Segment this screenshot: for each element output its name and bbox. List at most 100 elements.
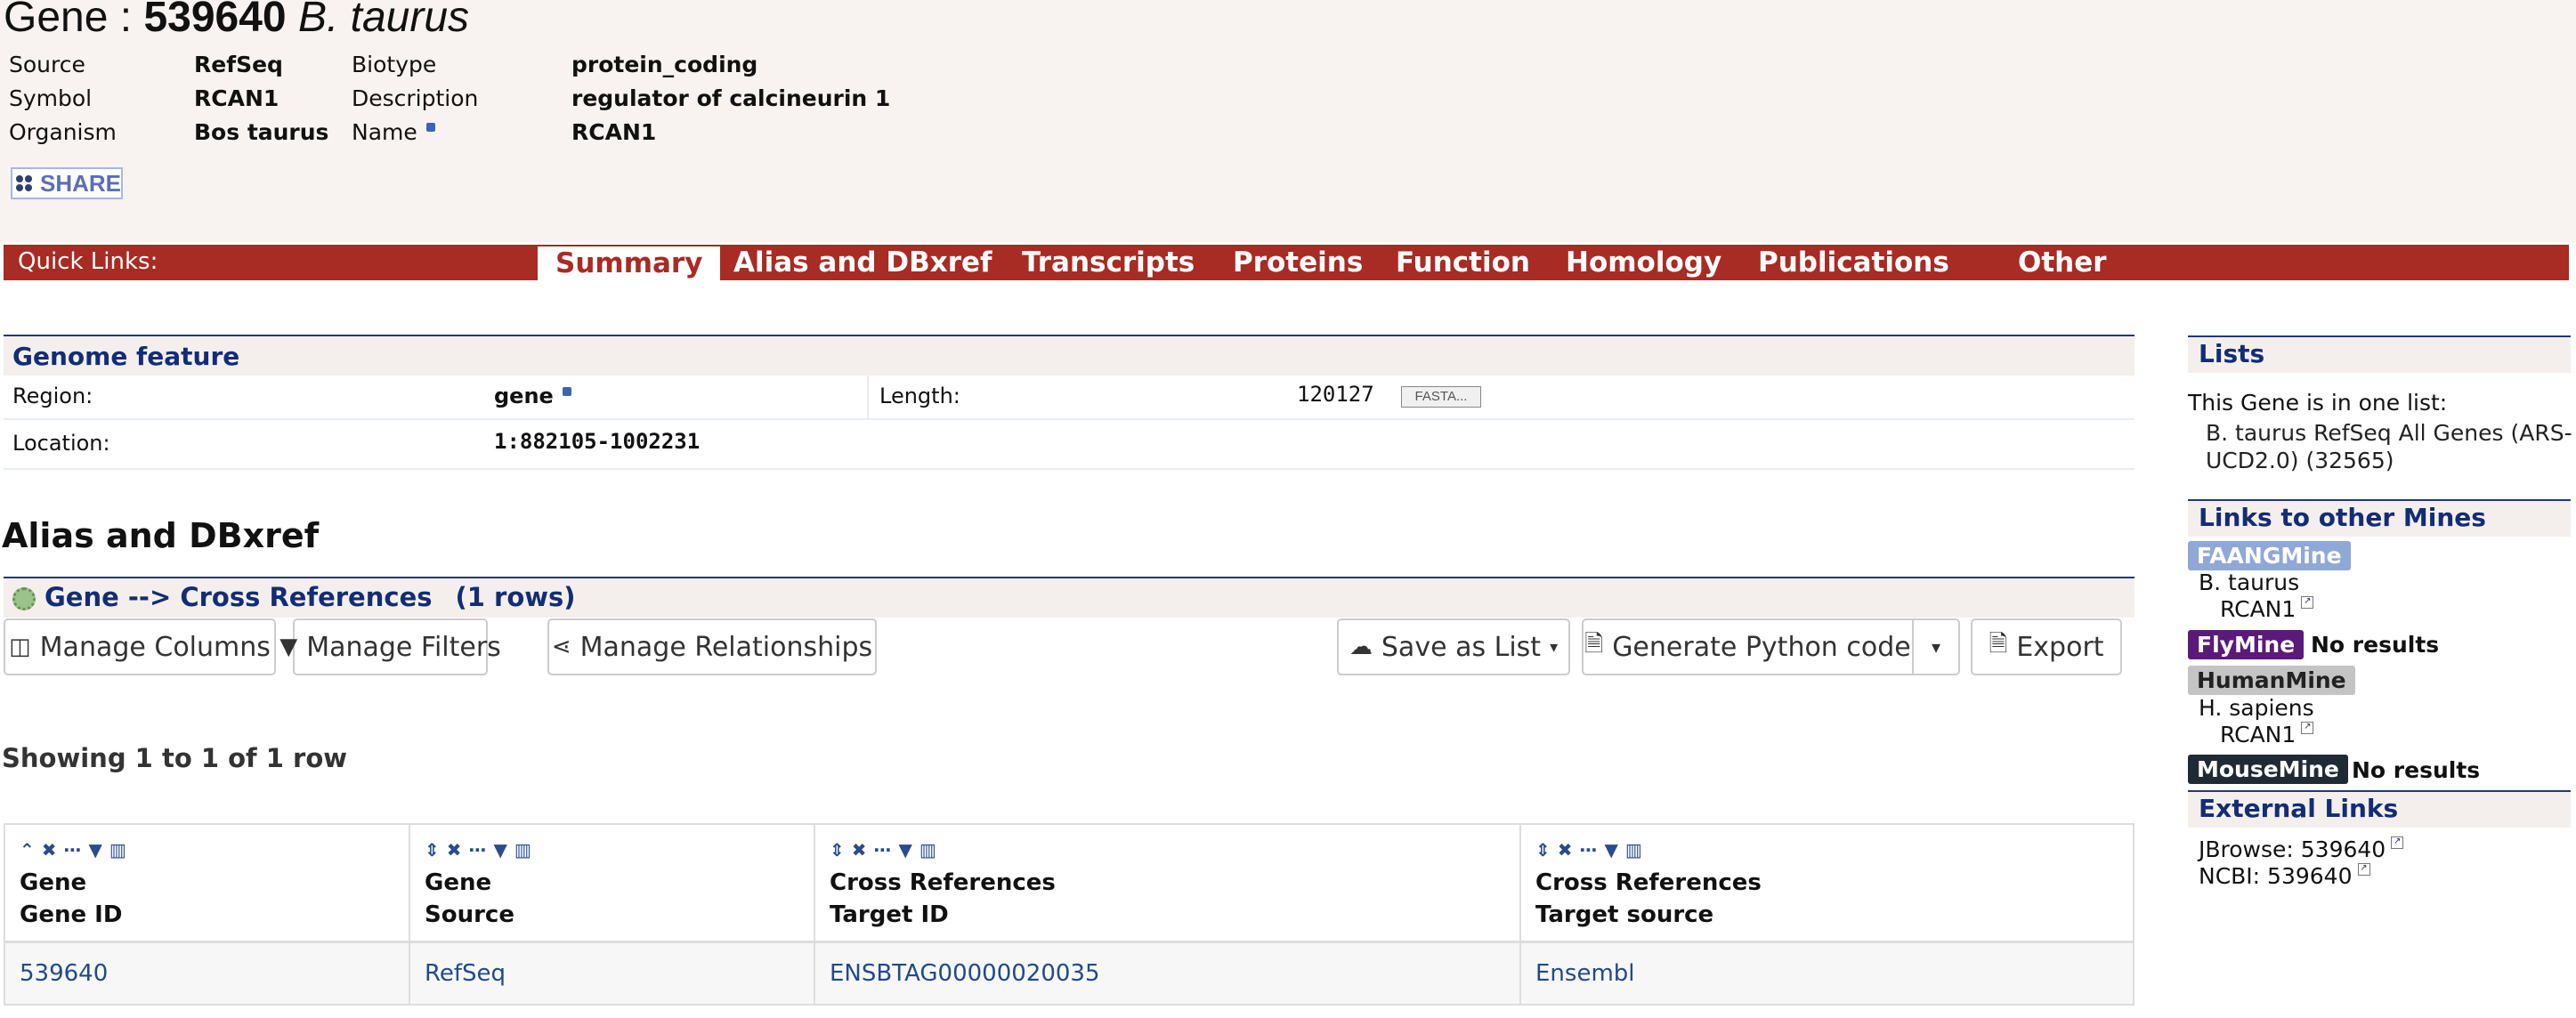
ncbi-link[interactable]: NCBI: 539640 ↗ <box>2199 863 2370 889</box>
python-options-dropdown[interactable]: ▾ <box>1912 618 1960 675</box>
showing-count: Showing 1 to 1 of 1 row <box>2 743 348 773</box>
organism-value: Bos taurus <box>194 119 329 145</box>
list-link-line2[interactable]: UCD2.0) (32565) <box>2206 448 2394 473</box>
length-label: Length: <box>879 384 960 408</box>
info-icon[interactable] <box>425 123 435 132</box>
info-icon[interactable] <box>562 387 571 396</box>
column-title-line1: Gene <box>20 869 87 896</box>
columns-icon: ◫ <box>9 634 31 660</box>
filter-icon[interactable]: ▼ <box>1605 839 1622 860</box>
external-link-icon: ↗ <box>2357 863 2370 876</box>
alias-section-heading: Alias and DBxref <box>2 516 320 555</box>
filter-icon[interactable]: ▼ <box>89 839 106 860</box>
table-row: 539640 RefSeq ENSBTAG00000020035 Ensembl <box>4 941 2135 1006</box>
mine-faangmine[interactable]: FAANGMine <box>2188 541 2351 570</box>
sort-icon[interactable]: ⌃ <box>20 839 38 860</box>
tab-alias-dbxref[interactable]: Alias and DBxref <box>733 245 992 280</box>
column-header: ⌃ ✖ ⋯ ▼ ▥ Gene Gene ID <box>4 823 410 943</box>
filter-icon[interactable]: ▼ <box>494 839 511 860</box>
sort-icon[interactable]: ⇕ <box>425 839 443 860</box>
chart-icon[interactable]: ▥ <box>919 839 940 860</box>
caret-down-icon: ▾ <box>1931 636 1941 658</box>
lists-text: This Gene is in one list: <box>2188 390 2448 416</box>
mine-flymine[interactable]: FlyMine <box>2188 630 2305 659</box>
column-controls: ⌃ ✖ ⋯ ▼ ▥ <box>20 839 394 860</box>
share-button[interactable]: SHARE <box>11 167 123 199</box>
mine-humanmine[interactable]: HumanMine <box>2188 666 2355 695</box>
symbol-label: Symbol <box>9 85 93 111</box>
share-nodes-icon: ⋖ <box>551 634 571 660</box>
more-icon[interactable]: ⋯ <box>64 839 85 860</box>
list-link-line1[interactable]: B. taurus RefSeq All Genes (ARS- <box>2206 420 2572 446</box>
gear-icon[interactable] <box>12 587 36 610</box>
manage-filters-label: Manage Filters <box>306 631 501 663</box>
caret-down-icon: ▾ <box>1550 637 1559 657</box>
source-value: RefSeq <box>194 52 283 77</box>
mine-gene-link[interactable]: RCAN1 ↗ <box>2220 722 2314 747</box>
tab-publications[interactable]: Publications <box>1758 245 1949 280</box>
manage-relationships-label: Manage Relationships <box>579 631 873 663</box>
sort-icon[interactable]: ⇕ <box>1535 839 1554 860</box>
chart-icon[interactable]: ▥ <box>514 839 535 860</box>
region-value-text: gene <box>494 384 554 408</box>
more-icon[interactable]: ⋯ <box>1580 839 1601 860</box>
more-icon[interactable]: ⋯ <box>469 839 490 860</box>
mine-no-results: No results <box>2311 632 2440 658</box>
tab-homology[interactable]: Homology <box>1566 245 1721 280</box>
column-title-line1: Gene <box>425 869 492 896</box>
description-label: Description <box>352 85 479 111</box>
remove-column-icon[interactable]: ✖ <box>42 839 61 860</box>
manage-relationships-button[interactable]: ⋖ Manage Relationships <box>547 618 877 675</box>
chart-icon[interactable]: ▥ <box>109 839 130 860</box>
tab-function[interactable]: Function <box>1396 245 1530 280</box>
cell-gene-id[interactable]: 539640 <box>4 941 410 1006</box>
remove-column-icon[interactable]: ✖ <box>1558 839 1576 860</box>
jbrowse-link[interactable]: JBrowse: 539640 ↗ <box>2199 836 2404 862</box>
column-title-line1: Cross References <box>830 869 1056 896</box>
cell-target-id[interactable]: ENSBTAG00000020035 <box>814 941 1521 1006</box>
chart-icon[interactable]: ▥ <box>1625 839 1646 860</box>
cell-target-source[interactable]: Ensembl <box>1519 941 2135 1006</box>
mine-gene-link[interactable]: RCAN1 ↗ <box>2220 596 2314 622</box>
description-value: regulator of calcineurin 1 <box>571 85 891 111</box>
share-label: SHARE <box>39 169 121 197</box>
genome-feature-divider <box>867 376 869 418</box>
remove-column-icon[interactable]: ✖ <box>447 839 466 860</box>
column-title-line2: Target ID <box>830 901 949 928</box>
results-table: ⌃ ✖ ⋯ ▼ ▥ Gene Gene ID ⇕ ✖ ⋯ ▼ ▥ Gene Source ⇕ ✖ ⋯… <box>4 823 2135 1006</box>
column-controls: ⇕ ✖ ⋯ ▼ ▥ <box>1535 839 2118 860</box>
organism-label: Organism <box>9 119 117 145</box>
mine-no-results: No results <box>2352 757 2481 783</box>
tab-other[interactable]: Other <box>2018 245 2107 280</box>
save-as-list-button[interactable]: ☁ Save as List ▾ <box>1337 618 1570 675</box>
manage-columns-label: Manage Columns <box>39 631 271 663</box>
source-label: Source <box>9 52 85 77</box>
cell-gene-source[interactable]: RefSeq <box>409 941 815 1006</box>
manage-columns-button[interactable]: ◫ Manage Columns <box>4 618 276 675</box>
manage-filters-button[interactable]: ▼ Manage Filters <box>279 618 501 675</box>
lists-title: Lists <box>2188 335 2571 373</box>
results-row-count: (1 rows) <box>455 582 576 612</box>
fasta-button[interactable]: FASTA... <box>1401 386 1481 408</box>
title-prefix: Gene : <box>4 0 144 41</box>
sort-icon[interactable]: ⇕ <box>830 839 848 860</box>
column-header: ⇕ ✖ ⋯ ▼ ▥ Cross References Target ID <box>814 823 1521 943</box>
share-icon <box>16 175 38 191</box>
tab-proteins[interactable]: Proteins <box>1233 245 1363 280</box>
name-label-text: Name <box>352 119 417 145</box>
name-value: RCAN1 <box>571 119 657 145</box>
generate-python-button[interactable]: 🗎 Generate Python code <box>1582 618 1914 675</box>
title-gene-id: 539640 <box>143 0 287 41</box>
column-title-line2: Target source <box>1535 901 1714 928</box>
export-button[interactable]: 🗎 Export <box>1971 618 2122 675</box>
symbol-value: RCAN1 <box>194 85 279 111</box>
mine-gene-text: RCAN1 <box>2220 722 2297 747</box>
export-file-icon: 🗎 <box>1989 631 2008 658</box>
mine-mousemine[interactable]: MouseMine <box>2188 755 2348 784</box>
column-controls: ⇕ ✖ ⋯ ▼ ▥ <box>830 839 1505 860</box>
tab-summary[interactable]: Summary <box>538 246 721 280</box>
remove-column-icon[interactable]: ✖ <box>852 839 871 860</box>
tab-transcripts[interactable]: Transcripts <box>1022 245 1195 280</box>
more-icon[interactable]: ⋯ <box>874 839 895 860</box>
filter-icon[interactable]: ▼ <box>899 839 916 860</box>
